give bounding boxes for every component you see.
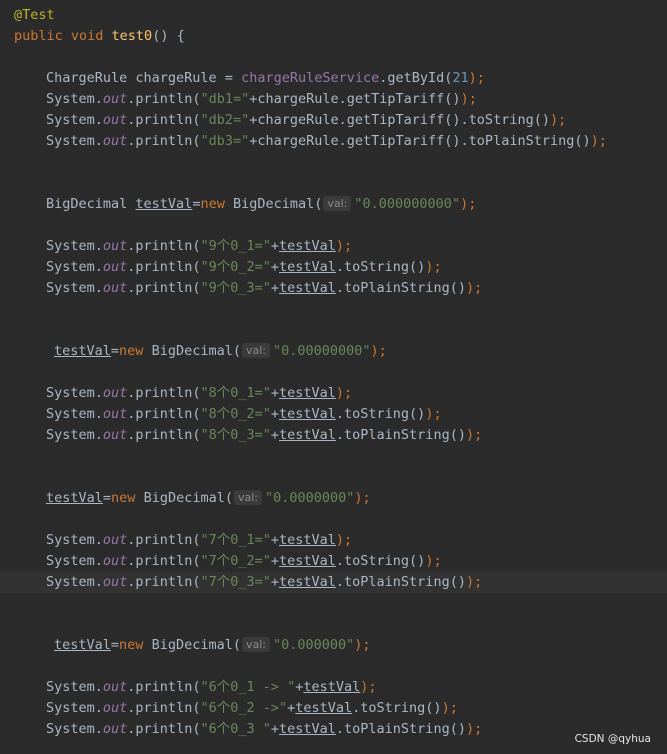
code-line: System.out.println("6个0_3 "+testVal.toPl…: [46, 721, 483, 737]
code-line: System.out.println("8个0_2="+testVal.toSt…: [46, 406, 442, 422]
charge-rule-service: chargeRuleService: [241, 70, 380, 86]
code-line: ChargeRule chargeRule = chargeRuleServic…: [46, 70, 485, 86]
test-val-variable: testVal: [135, 196, 193, 212]
parameter-hint: val:: [241, 343, 270, 358]
code-line: testVal=new BigDecimal(val: "0.0000000");: [46, 490, 371, 506]
method-signature-tail: () {: [152, 28, 185, 44]
code-line: public void test0() {: [0, 26, 667, 47]
code-line: testVal=new BigDecimal(val: "0.000000");: [54, 637, 371, 653]
code-line: System.out.println("6个0_2 ->"+testVal.to…: [46, 700, 458, 716]
method-modifiers: public void: [14, 28, 104, 44]
code-line: System.out.println("8个0_3="+testVal.toPl…: [46, 427, 483, 443]
annotation: @Test: [14, 7, 55, 23]
code-line: System.out.println("7个0_1="+testVal);: [46, 532, 353, 548]
code-line: System.out.println("db2="+chargeRule.get…: [46, 112, 567, 128]
code-line: System.out.println("db1="+chargeRule.get…: [46, 91, 477, 107]
code-line: System.out.println("9个0_3="+testVal.toPl…: [46, 280, 483, 296]
code-line: System.out.println("7个0_2="+testVal.toSt…: [46, 553, 442, 569]
charge-rule-id: 21: [452, 70, 469, 86]
watermark: CSDN @qyhua: [574, 733, 651, 745]
code-line: System.out.println("6个0_1 -> "+testVal);: [46, 679, 377, 695]
code-line: System.out.println("8个0_1="+testVal);: [46, 385, 353, 401]
code-line: System.out.println("db3="+chargeRule.get…: [46, 133, 607, 149]
parameter-hint: val:: [241, 637, 270, 652]
parameter-hint: val:: [233, 490, 262, 505]
charge-rule-decl: ChargeRule chargeRule =: [46, 70, 242, 86]
code-line: testVal=new BigDecimal(val: "0.00000000")…: [54, 343, 387, 359]
code-line: BigDecimal testVal=new BigDecimal(val: "0…: [46, 196, 477, 212]
code-line: @Test: [0, 5, 667, 26]
method-name: test0: [111, 28, 153, 44]
parameter-hint: val:: [323, 196, 352, 211]
code-editor[interactable]: @Test public void test0() { ChargeRule c…: [0, 0, 667, 754]
code-line: System.out.println("9个0_1="+testVal);: [46, 238, 353, 254]
current-code-line[interactable]: System.out.println("7个0_3="+testVal.toPl…: [0, 572, 667, 593]
code-line: System.out.println("9个0_2="+testVal.toSt…: [46, 259, 442, 275]
